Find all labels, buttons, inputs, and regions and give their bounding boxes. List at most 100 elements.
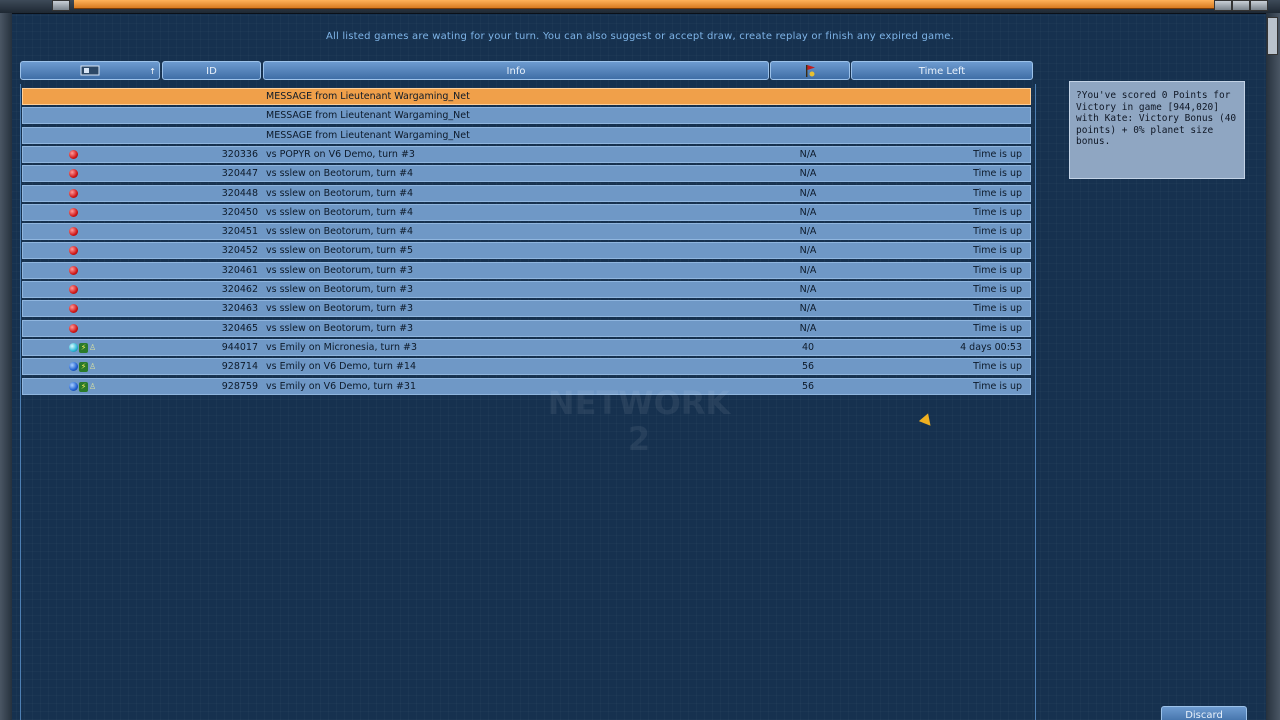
row-status-icons bbox=[69, 285, 78, 295]
red-status-dot-icon bbox=[69, 189, 78, 198]
game-points: 56 bbox=[801, 381, 815, 392]
table-row[interactable]: 320461 vs sslew on Beotorum, turn #3 N/A Ti… bbox=[22, 262, 1031, 279]
game-info: vs POPYR on V6 Demo, turn #3 bbox=[266, 149, 415, 160]
game-info: vs sslew on Beotorum, turn #3 bbox=[266, 284, 414, 295]
player-icon: ♙ bbox=[89, 343, 97, 352]
game-id: 320450 bbox=[221, 207, 258, 218]
game-id: 320465 bbox=[221, 323, 258, 334]
header-id[interactable]: ID bbox=[162, 61, 261, 80]
time-left: Time is up bbox=[973, 226, 1022, 237]
time-left: Time is up bbox=[973, 361, 1022, 372]
row-status-icons: ⚡ ♙ bbox=[69, 343, 97, 353]
red-status-dot-icon bbox=[69, 208, 78, 217]
game-id: 928714 bbox=[221, 361, 258, 372]
game-info: vs Emily on V6 Demo, turn #14 bbox=[266, 361, 417, 372]
game-info: vs sslew on Beotorum, turn #4 bbox=[266, 226, 414, 237]
table-row[interactable]: 320463 vs sslew on Beotorum, turn #3 N/A Ti… bbox=[22, 300, 1031, 317]
game-id: 928759 bbox=[221, 381, 258, 392]
game-points: N/A bbox=[799, 149, 817, 160]
game-id: 320451 bbox=[221, 226, 258, 237]
game-info: vs sslew on Beotorum, turn #3 bbox=[266, 323, 414, 334]
game-points: N/A bbox=[799, 188, 817, 199]
table-row[interactable]: 320462 vs sslew on Beotorum, turn #3 N/A Ti… bbox=[22, 281, 1031, 298]
red-status-dot-icon bbox=[69, 266, 78, 275]
blue-status-dot-icon bbox=[69, 382, 78, 391]
row-status-icons bbox=[69, 208, 78, 218]
time-left: 4 days 00:53 bbox=[960, 342, 1022, 353]
game-id: 320463 bbox=[221, 303, 258, 314]
game-info: vs sslew on Beotorum, turn #4 bbox=[266, 188, 414, 199]
game-points: N/A bbox=[799, 284, 817, 295]
window-minimize-button[interactable] bbox=[1214, 0, 1232, 11]
game-info: vs sslew on Beotorum, turn #3 bbox=[266, 303, 414, 314]
game-info: vs sslew on Beotorum, turn #3 bbox=[266, 265, 414, 276]
red-status-dot-icon bbox=[69, 150, 78, 159]
table-row[interactable]: ⚡ ♙ 928714 vs Emily on V6 Demo, turn #14 56 T… bbox=[22, 358, 1031, 375]
game-info: vs sslew on Beotorum, turn #4 bbox=[266, 168, 414, 179]
game-info: vs sslew on Beotorum, turn #4 bbox=[266, 207, 414, 218]
table-row[interactable]: MESSAGE from Lieutenant Wargaming_Net bbox=[22, 107, 1031, 124]
game-points: N/A bbox=[799, 303, 817, 314]
player-icon: ♙ bbox=[89, 362, 97, 371]
row-status-icons bbox=[69, 169, 78, 179]
window-close-button[interactable] bbox=[1250, 0, 1268, 11]
row-status-icons bbox=[69, 246, 78, 256]
sort-indicator: ↑ bbox=[149, 67, 156, 76]
red-status-dot-icon bbox=[69, 324, 78, 333]
game-info: vs sslew on Beotorum, turn #5 bbox=[266, 245, 414, 256]
lightning-icon: ⚡ bbox=[79, 382, 88, 392]
game-points: N/A bbox=[799, 226, 817, 237]
info-panel: ?You've scored 0 Points for Victory in g… bbox=[1069, 81, 1245, 179]
red-status-dot-icon bbox=[69, 169, 78, 178]
monitor-icon bbox=[80, 65, 100, 76]
table-row[interactable]: 320452 vs sslew on Beotorum, turn #5 N/A Ti… bbox=[22, 242, 1031, 259]
header-flag[interactable] bbox=[770, 61, 850, 80]
window-control-left[interactable] bbox=[52, 0, 70, 11]
background-logo: NETWORK 2 bbox=[547, 384, 731, 458]
game-id: 320461 bbox=[221, 265, 258, 276]
table-row[interactable]: ⚡ ♙ 944017 vs Emily on Micronesia, turn #3 4… bbox=[22, 339, 1031, 356]
header-icon-column[interactable]: ↑ bbox=[20, 61, 160, 80]
red-status-dot-icon bbox=[69, 285, 78, 294]
game-id: 320336 bbox=[221, 149, 258, 160]
table-row[interactable]: 320447 vs sslew on Beotorum, turn #4 N/A Ti… bbox=[22, 165, 1031, 182]
time-left: Time is up bbox=[973, 323, 1022, 334]
game-id: 320448 bbox=[221, 188, 258, 199]
game-id: 320447 bbox=[221, 168, 258, 179]
table-row[interactable]: 320336 vs POPYR on V6 Demo, turn #3 N/A Tim… bbox=[22, 146, 1031, 163]
red-status-dot-icon bbox=[69, 304, 78, 313]
lightning-icon: ⚡ bbox=[79, 362, 88, 372]
lightning-icon: ⚡ bbox=[79, 343, 88, 353]
time-left: Time is up bbox=[973, 149, 1022, 160]
game-points: 40 bbox=[801, 342, 815, 353]
table-row[interactable]: MESSAGE from Lieutenant Wargaming_Net bbox=[22, 127, 1031, 144]
table-row[interactable]: 320448 vs sslew on Beotorum, turn #4 N/A Ti… bbox=[22, 185, 1031, 202]
player-icon: ♙ bbox=[89, 382, 97, 391]
row-status-icons: ⚡ ♙ bbox=[69, 362, 97, 372]
table-row[interactable]: 320451 vs sslew on Beotorum, turn #4 N/A Ti… bbox=[22, 223, 1031, 240]
game-points: N/A bbox=[799, 245, 817, 256]
row-status-icons bbox=[69, 266, 78, 276]
window-maximize-button[interactable] bbox=[1232, 0, 1250, 11]
game-info: vs Emily on V6 Demo, turn #31 bbox=[266, 381, 417, 392]
table-row[interactable]: 320465 vs sslew on Beotorum, turn #3 N/A Ti… bbox=[22, 320, 1031, 337]
row-status-icons bbox=[69, 150, 78, 160]
game-info: vs Emily on Micronesia, turn #3 bbox=[266, 342, 418, 353]
game-points: N/A bbox=[799, 265, 817, 276]
header-info[interactable]: Info bbox=[263, 61, 769, 80]
cyan-status-dot-icon bbox=[69, 343, 78, 352]
discard-button[interactable]: Discard bbox=[1161, 706, 1247, 720]
row-status-icons bbox=[69, 189, 78, 199]
table-row[interactable]: 320450 vs sslew on Beotorum, turn #4 N/A Ti… bbox=[22, 204, 1031, 221]
game-id: 320452 bbox=[221, 245, 258, 256]
scrollbar[interactable] bbox=[1266, 13, 1280, 720]
game-id: 320462 bbox=[221, 284, 258, 295]
title-bar-accent bbox=[74, 0, 1218, 9]
game-points: N/A bbox=[799, 207, 817, 218]
time-left: Time is up bbox=[973, 245, 1022, 256]
header-time-left[interactable]: Time Left bbox=[851, 61, 1033, 80]
time-left: Time is up bbox=[973, 265, 1022, 276]
row-status-icons bbox=[69, 304, 78, 314]
game-points: N/A bbox=[799, 323, 817, 334]
table-row[interactable]: MESSAGE from Lieutenant Wargaming_Net bbox=[22, 88, 1031, 105]
